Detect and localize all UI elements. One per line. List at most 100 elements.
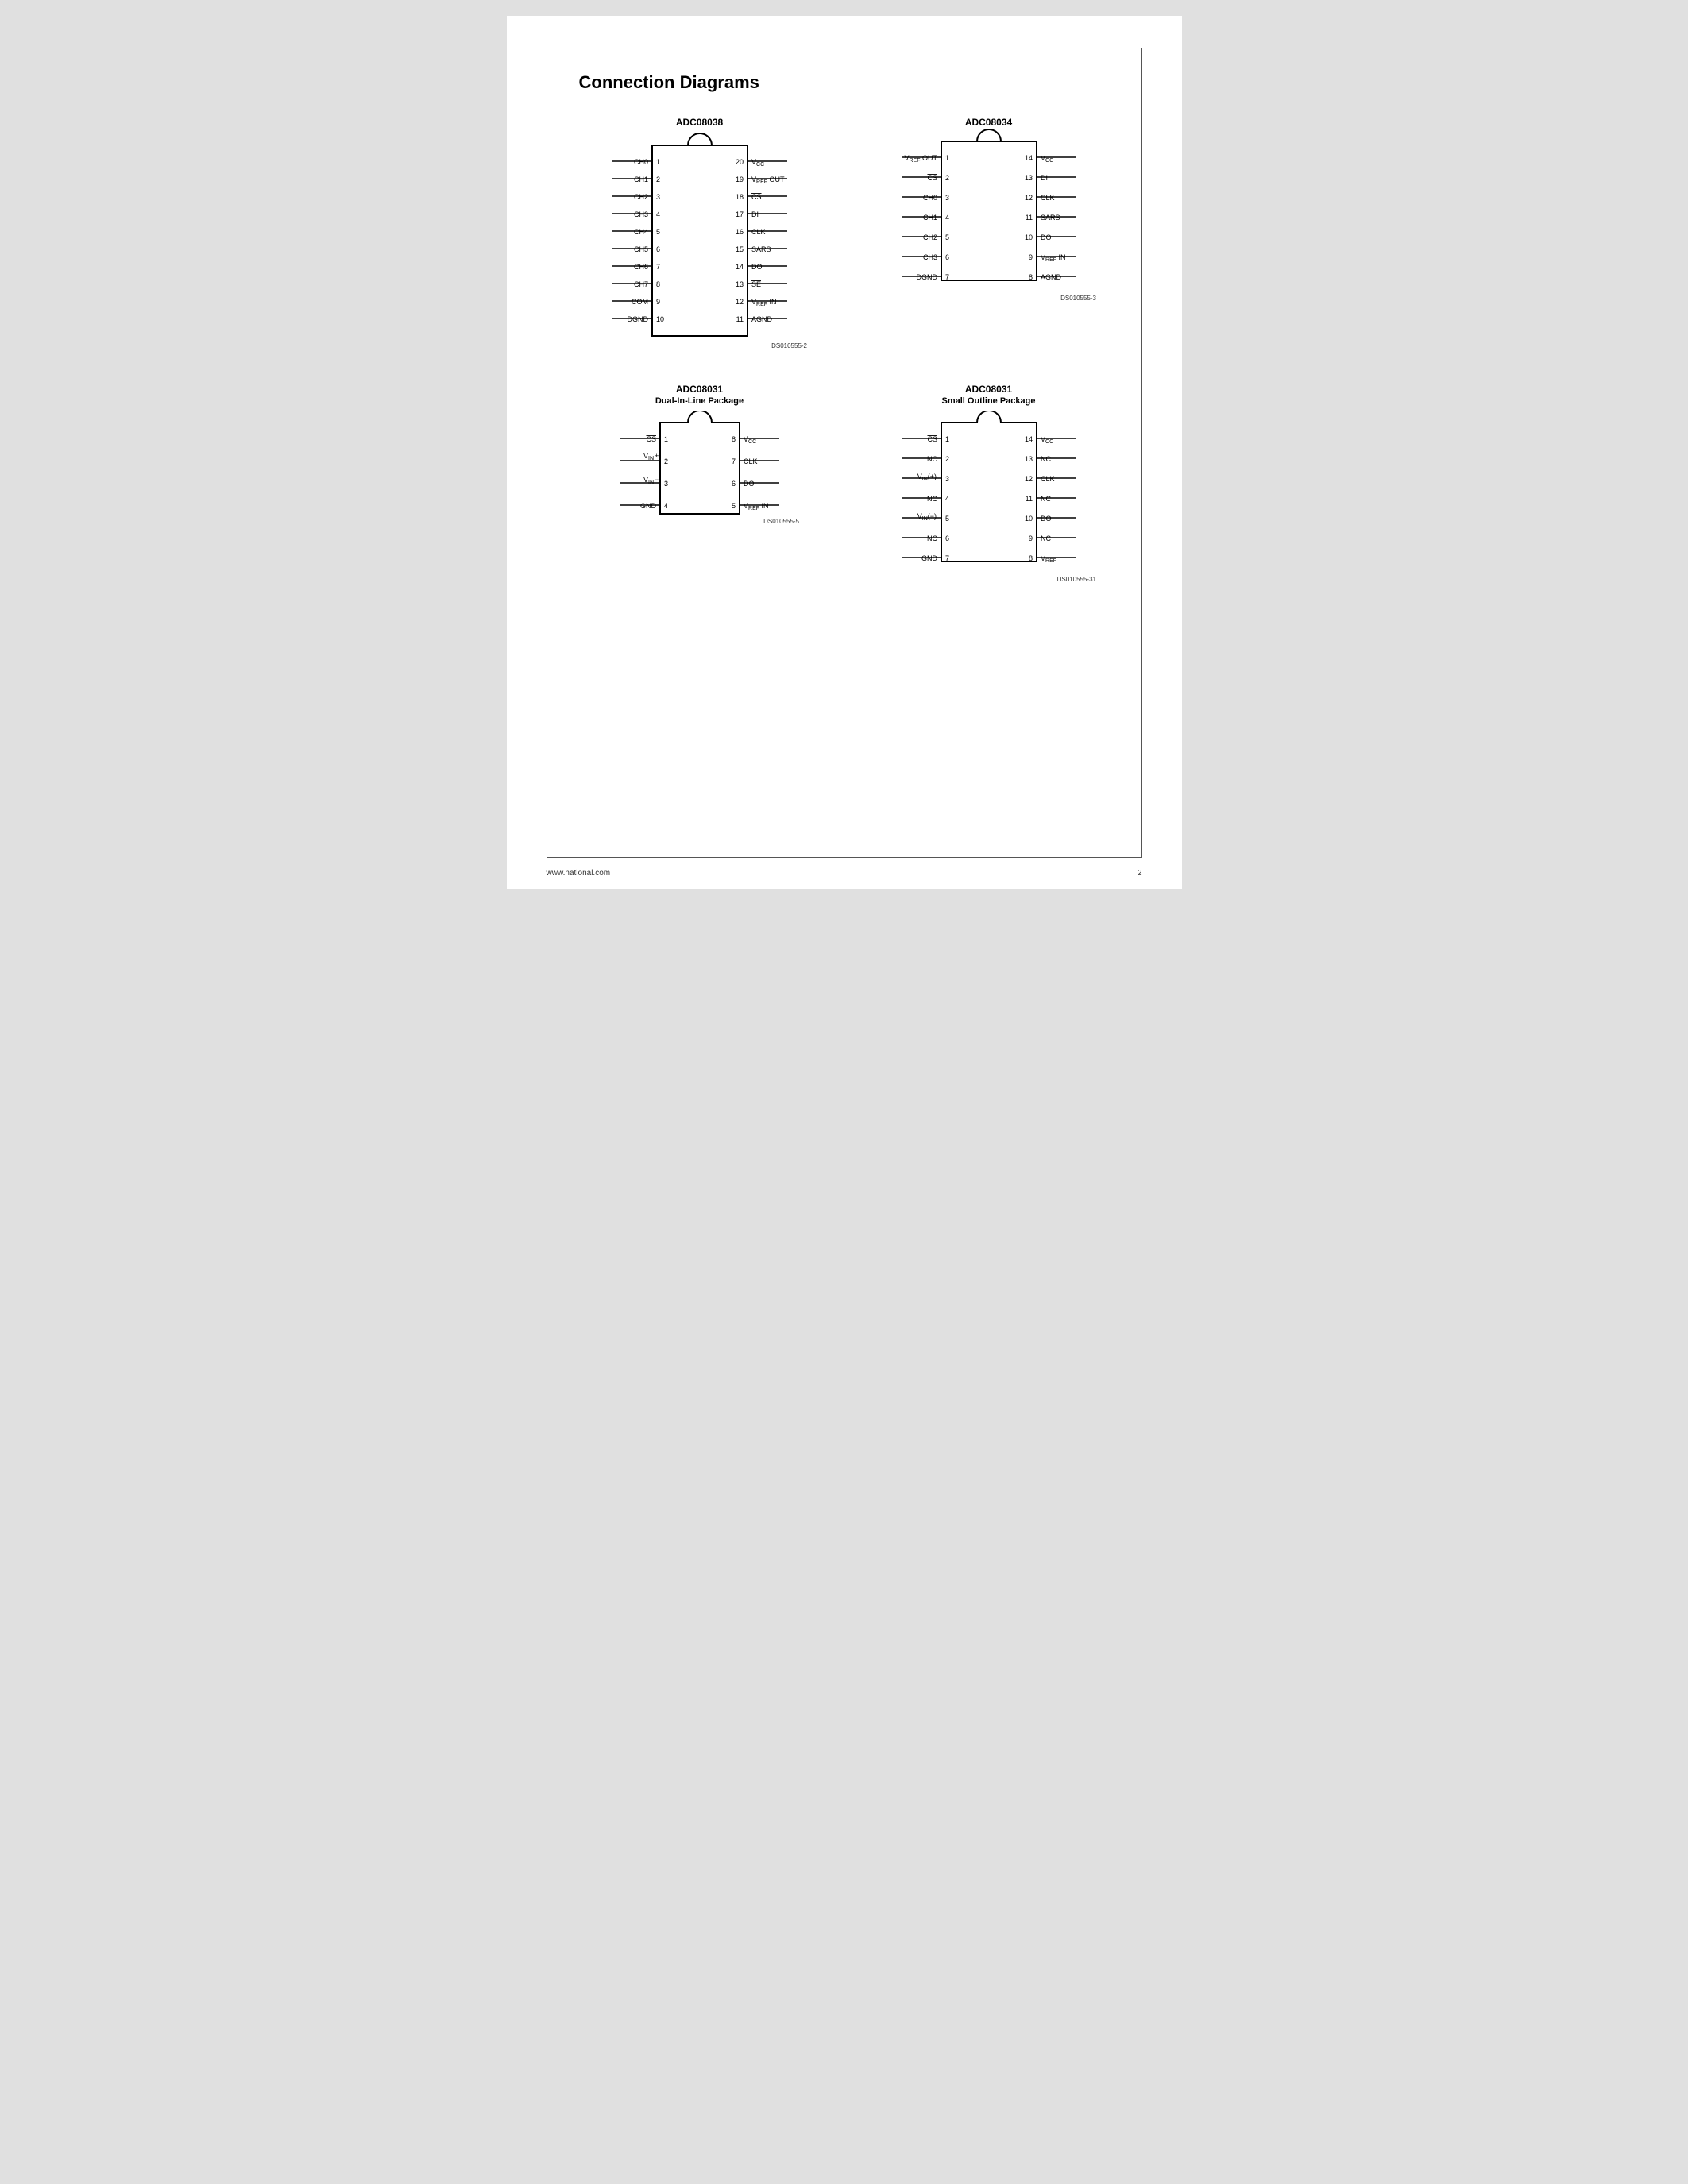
page-border: Connection Diagrams ADC08038 CH0 1: [547, 48, 1142, 858]
svg-text:VIN: VIN: [643, 476, 653, 485]
diagrams-grid: ADC08038 CH0 1 CH1 2: [579, 117, 1110, 585]
svg-text:CH4: CH4: [633, 228, 647, 236]
svg-text:8: 8: [731, 435, 735, 443]
svg-text:13: 13: [1024, 455, 1032, 463]
svg-text:3: 3: [945, 194, 949, 202]
svg-text:AGND: AGND: [1041, 273, 1062, 281]
diagram-adc08038: ADC08038 CH0 1 CH1 2: [579, 117, 821, 352]
svg-text:CS: CS: [646, 435, 656, 443]
diagram-subtitle-adc08031-so: Small Outline Package: [942, 396, 1036, 406]
svg-text:7: 7: [945, 273, 949, 281]
svg-text:NC: NC: [927, 455, 937, 463]
svg-text:15: 15: [735, 245, 743, 253]
svg-text:NC: NC: [1041, 455, 1051, 463]
svg-text:DGND: DGND: [627, 315, 648, 323]
svg-text:14: 14: [1024, 435, 1032, 443]
diagram-subtitle-adc08031-dil: Dual-In-Line Package: [655, 396, 744, 406]
svg-text:DO: DO: [1041, 233, 1052, 241]
svg-text:6: 6: [731, 480, 735, 488]
diagram-adc08034: ADC08034 VREF OUT 1 CS 2 CH0 3: [868, 117, 1110, 352]
svg-text:CH7: CH7: [633, 280, 647, 288]
svg-text:12: 12: [1024, 194, 1032, 202]
diagram-adc08031-so: ADC08031 Small Outline Package CS 1 NC 2…: [868, 384, 1110, 585]
svg-text:−: −: [655, 476, 659, 484]
svg-text:CLK: CLK: [751, 228, 766, 236]
svg-text:VREF IN: VREF IN: [751, 298, 777, 307]
svg-text:CS: CS: [927, 435, 937, 443]
diagram-title-adc08031-dil: ADC08031: [676, 384, 723, 395]
svg-text:2: 2: [664, 457, 668, 465]
svg-text:CH0: CH0: [633, 158, 647, 166]
svg-text:3: 3: [945, 475, 949, 483]
svg-text:SARS: SARS: [1041, 214, 1060, 222]
svg-text:CLK: CLK: [1041, 475, 1055, 483]
svg-text:7: 7: [731, 457, 735, 465]
svg-text:4: 4: [664, 502, 668, 510]
svg-text:2: 2: [656, 176, 660, 183]
svg-text:13: 13: [735, 280, 743, 288]
svg-text:6: 6: [656, 245, 660, 253]
svg-text:CH3: CH3: [922, 253, 937, 261]
svg-text:9: 9: [1028, 534, 1032, 542]
svg-text:7: 7: [945, 554, 949, 562]
svg-text:CH0: CH0: [922, 194, 937, 202]
svg-text:DS010555-2: DS010555-2: [771, 342, 807, 349]
svg-text:3: 3: [664, 480, 668, 488]
svg-text:GND: GND: [640, 502, 657, 510]
svg-text:4: 4: [945, 214, 949, 222]
svg-text:SARS: SARS: [751, 245, 771, 253]
footer-page: 2: [1138, 869, 1142, 878]
svg-text:11: 11: [736, 315, 743, 323]
svg-text:DS010555-5: DS010555-5: [763, 518, 799, 525]
svg-text:DI: DI: [1041, 174, 1048, 182]
svg-text:COM: COM: [632, 298, 648, 306]
svg-text:NC: NC: [1041, 495, 1051, 503]
svg-text:3: 3: [656, 193, 660, 201]
svg-text:12: 12: [1024, 475, 1032, 483]
svg-text:CLK: CLK: [1041, 194, 1055, 202]
svg-text:NC: NC: [927, 534, 937, 542]
svg-text:8: 8: [1028, 273, 1032, 281]
svg-text:CH5: CH5: [633, 245, 647, 253]
svg-text:DI: DI: [751, 210, 759, 218]
svg-text:12: 12: [735, 298, 743, 306]
svg-text:6: 6: [945, 534, 949, 542]
svg-text:10: 10: [1024, 515, 1032, 523]
svg-text:VCC: VCC: [1041, 435, 1053, 445]
svg-text:VIN: VIN: [643, 452, 653, 461]
svg-text:VREF: VREF: [1041, 554, 1056, 564]
ic-diagram-adc08031-so: CS 1 NC 2 VIN(+) 3 NC 4 VIN(−) 5 NC: [878, 411, 1100, 585]
svg-text:10: 10: [656, 315, 664, 323]
page-title: Connection Diagrams: [579, 72, 1110, 93]
svg-text:9: 9: [656, 298, 660, 306]
svg-text:VREF OUT: VREF OUT: [751, 176, 785, 185]
svg-text:DS010555-31: DS010555-31: [1056, 576, 1096, 583]
svg-text:NC: NC: [1041, 534, 1051, 542]
svg-text:VCC: VCC: [744, 435, 756, 445]
svg-text:CH1: CH1: [633, 176, 647, 183]
svg-text:4: 4: [945, 495, 949, 503]
svg-text:8: 8: [656, 280, 660, 288]
svg-text:VREF IN: VREF IN: [744, 502, 769, 511]
diagram-title-adc08038: ADC08038: [676, 117, 723, 128]
svg-text:1: 1: [945, 435, 949, 443]
svg-text:CH3: CH3: [633, 210, 647, 218]
diagram-adc08031-dil: ADC08031 Dual-In-Line Package CS 1 VIN +…: [579, 384, 821, 585]
svg-text:CLK: CLK: [744, 457, 758, 465]
svg-text:NC: NC: [927, 495, 937, 503]
svg-text:CH2: CH2: [633, 193, 647, 201]
svg-text:14: 14: [1024, 154, 1032, 162]
svg-text:CS: CS: [927, 174, 937, 182]
svg-text:SE: SE: [751, 280, 761, 288]
svg-text:14: 14: [735, 263, 743, 271]
svg-text:2: 2: [945, 455, 949, 463]
page-footer: www.national.com 2: [547, 869, 1142, 878]
svg-text:7: 7: [656, 263, 660, 271]
svg-text:20: 20: [735, 158, 743, 166]
svg-text:5: 5: [656, 228, 660, 236]
svg-text:17: 17: [735, 210, 743, 218]
svg-text:5: 5: [945, 515, 949, 523]
svg-text:CH1: CH1: [922, 214, 937, 222]
svg-text:1: 1: [945, 154, 949, 162]
svg-text:VIN(+): VIN(+): [917, 473, 936, 482]
